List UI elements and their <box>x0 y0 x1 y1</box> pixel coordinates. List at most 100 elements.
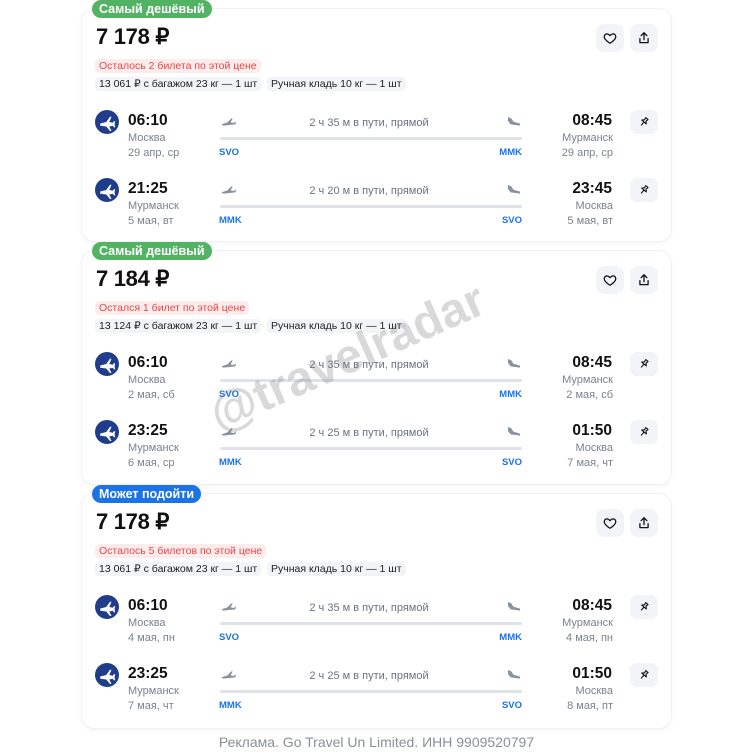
flight-leg[interactable]: 06:10 Москва 4 мая, пн 2 ч 35 м в пути, … <box>82 595 671 655</box>
takeoff-icon <box>221 118 236 126</box>
pin-button[interactable] <box>630 595 658 619</box>
favorite-button[interactable] <box>596 509 624 537</box>
pin-button[interactable] <box>630 420 658 444</box>
seats-remaining: Осталось 2 билета по этой цене <box>95 59 261 73</box>
destination-airport-code: MMK <box>499 632 522 643</box>
takeoff-icon <box>221 671 236 679</box>
pin-button[interactable] <box>630 352 658 376</box>
origin-airport-code: SVO <box>219 147 240 158</box>
heart-icon <box>603 275 617 286</box>
heart-icon <box>603 33 617 44</box>
favorite-button[interactable] <box>596 266 624 294</box>
ticket-price: 7 178 ₽ <box>96 24 170 49</box>
departure-time: 06:10 <box>128 597 168 614</box>
arrival-city: Мурманск <box>562 132 613 144</box>
share-button[interactable] <box>630 266 658 294</box>
pin-icon <box>640 670 649 679</box>
landing-icon <box>508 359 520 368</box>
departure-date: 29 апр, ср <box>128 147 180 159</box>
departure-city: Мурманск <box>128 200 179 212</box>
takeoff-icon <box>221 360 236 368</box>
takeoff-icon <box>221 603 236 611</box>
flight-leg[interactable]: 21:25 Мурманск 5 мая, вт 2 ч 20 м в пути… <box>82 178 671 238</box>
destination-airport-code: MMK <box>499 389 522 400</box>
route-line <box>220 622 522 625</box>
pin-icon <box>640 359 649 368</box>
arrival-time: 23:45 <box>572 180 612 197</box>
departure-time: 23:25 <box>128 422 168 439</box>
share-icon <box>639 517 649 529</box>
arrival-date: 4 мая, пн <box>566 632 613 644</box>
departure-city: Москва <box>128 374 166 386</box>
landing-icon <box>508 117 520 126</box>
origin-airport-code: MMK <box>219 215 242 226</box>
departure-date: 2 мая, сб <box>128 389 175 401</box>
arrival-date: 29 апр, ср <box>561 147 613 159</box>
departure-city: Москва <box>128 132 166 144</box>
departure-city: Москва <box>128 617 166 629</box>
baggage-option[interactable]: 13 061 ₽ с багажом 23 кг — 1 шт <box>95 77 262 91</box>
departure-city: Мурманск <box>128 442 179 454</box>
ticket-card[interactable]: Самый дешёвый 7 178 ₽ Осталось 2 билета … <box>82 0 671 241</box>
route-line <box>220 137 522 140</box>
route-line <box>220 447 522 450</box>
ticket-card[interactable]: Самый дешёвый 7 184 ₽ Остался 1 билет по… <box>82 242 671 484</box>
pin-button[interactable] <box>630 178 658 202</box>
arrival-time: 08:45 <box>572 597 612 614</box>
landing-icon <box>508 427 520 436</box>
ticket-badge: Самый дешёвый <box>92 242 212 260</box>
heart-icon <box>603 518 617 529</box>
share-icon <box>639 32 649 44</box>
arrival-time: 08:45 <box>572 354 612 371</box>
carryon-info: Ручная кладь 10 кг — 1 шт <box>267 319 406 333</box>
favorite-button[interactable] <box>596 24 624 52</box>
departure-date: 4 мая, пн <box>128 632 175 644</box>
takeoff-icon <box>221 186 236 194</box>
flight-duration: 2 ч 20 м в пути, прямой <box>309 185 429 197</box>
baggage-option[interactable]: 13 061 ₽ с багажом 23 кг — 1 шт <box>95 562 262 576</box>
share-button[interactable] <box>630 509 658 537</box>
pin-icon <box>640 117 649 126</box>
share-button[interactable] <box>630 24 658 52</box>
flight-duration: 2 ч 35 м в пути, прямой <box>309 117 429 129</box>
ticket-price: 7 178 ₽ <box>96 509 170 534</box>
arrival-time: 08:45 <box>572 112 612 129</box>
flight-duration: 2 ч 25 м в пути, прямой <box>309 670 429 682</box>
landing-icon <box>508 602 520 611</box>
airline-logo-icon <box>95 420 119 444</box>
flight-duration: 2 ч 25 м в пути, прямой <box>309 427 429 439</box>
baggage-option[interactable]: 13 124 ₽ с багажом 23 кг — 1 шт <box>95 319 262 333</box>
arrival-date: 5 мая, вт <box>567 215 613 227</box>
origin-airport-code: SVO <box>219 632 240 643</box>
arrival-city: Москва <box>575 685 613 697</box>
flight-leg[interactable]: 06:10 Москва 2 мая, сб 2 ч 35 м в пути, … <box>82 352 671 412</box>
arrival-city: Москва <box>575 442 613 454</box>
ticket-card[interactable]: Может подойти 7 178 ₽ Осталось 5 билетов… <box>82 485 671 728</box>
pin-icon <box>640 427 649 436</box>
flight-leg[interactable]: 06:10 Москва 29 апр, ср 2 ч 35 м в пути,… <box>82 110 671 170</box>
airline-logo-icon <box>95 178 119 202</box>
takeoff-icon <box>221 428 236 436</box>
departure-city: Мурманск <box>128 685 179 697</box>
origin-airport-code: MMK <box>219 457 242 468</box>
route-line <box>220 690 522 693</box>
departure-date: 5 мая, вт <box>128 215 174 227</box>
flight-leg[interactable]: 23:25 Мурманск 6 мая, ср 2 ч 25 м в пути… <box>82 420 671 480</box>
flight-duration: 2 ч 35 м в пути, прямой <box>309 359 429 371</box>
arrival-date: 2 мая, сб <box>566 389 613 401</box>
arrival-city: Мурманск <box>562 617 613 629</box>
seats-remaining: Остался 1 билет по этой цене <box>95 301 250 315</box>
ticket-badge: Может подойти <box>92 485 202 503</box>
airline-logo-icon <box>95 595 119 619</box>
arrival-time: 01:50 <box>572 422 612 439</box>
destination-airport-code: SVO <box>501 215 522 226</box>
departure-time: 23:25 <box>128 665 168 682</box>
departure-time: 21:25 <box>128 180 168 197</box>
flight-leg[interactable]: 23:25 Мурманск 7 мая, чт 2 ч 25 м в пути… <box>82 663 671 723</box>
carryon-info: Ручная кладь 10 кг — 1 шт <box>267 77 406 91</box>
pin-button[interactable] <box>630 663 658 687</box>
ticket-badge: Самый дешёвый <box>92 0 212 18</box>
carryon-info: Ручная кладь 10 кг — 1 шт <box>267 562 406 576</box>
pin-button[interactable] <box>630 110 658 134</box>
departure-time: 06:10 <box>128 354 168 371</box>
